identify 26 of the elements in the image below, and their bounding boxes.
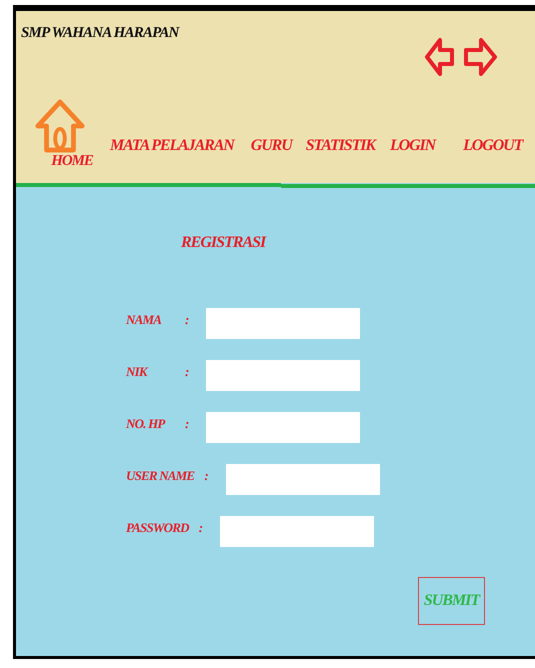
nav-link[interactable]: LOGIN (390, 137, 436, 155)
colon: : (204, 468, 209, 484)
back-arrow-icon[interactable] (425, 37, 455, 77)
form-title: REGISTRASI (181, 234, 268, 252)
colon: : (185, 416, 190, 432)
home-link[interactable]: HOME (51, 153, 93, 169)
field-label: PASSWORD (126, 520, 189, 536)
house-icon[interactable] (35, 99, 85, 153)
colon: : (185, 364, 190, 380)
nav-link[interactable]: GURU (250, 137, 292, 155)
input-field[interactable] (220, 516, 374, 547)
input-field[interactable] (206, 412, 360, 443)
input-field[interactable] (206, 360, 360, 391)
field-label: NAMA (126, 312, 162, 328)
site-title: SMP WAHANA HARAPAN (21, 25, 179, 43)
nav-link[interactable]: STATISTIK (306, 137, 375, 155)
colon: : (185, 312, 190, 328)
input-field[interactable] (206, 308, 360, 339)
field-label: NIK (126, 364, 150, 380)
nav-link[interactable]: MATA PELAJARAN (110, 137, 234, 155)
colon: : (198, 520, 204, 536)
input-field[interactable] (226, 464, 380, 495)
nav-link[interactable]: LOGOUT (463, 137, 522, 155)
forward-arrow-icon[interactable] (463, 37, 497, 77)
field-label: NO. HP (126, 416, 166, 432)
field-label: USER NAME (126, 468, 194, 484)
